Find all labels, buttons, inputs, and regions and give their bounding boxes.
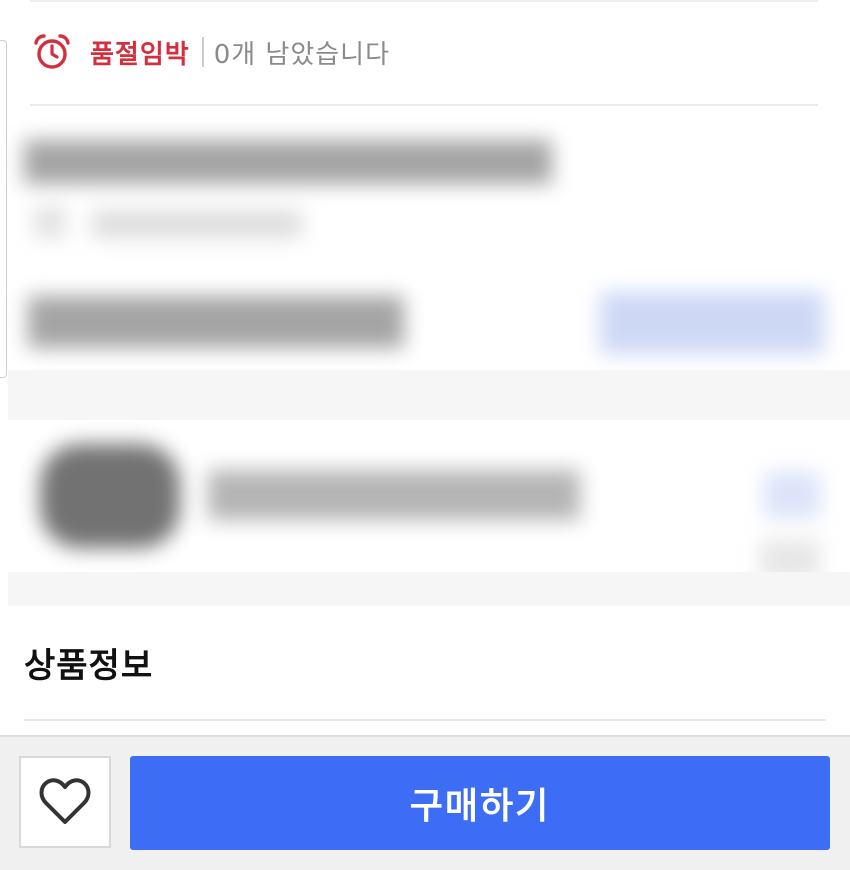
product-info-title: 상품정보	[24, 646, 154, 686]
stock-notice: 품절임박 0개 남았습니다	[32, 28, 390, 76]
blurred-button[interactable]	[764, 472, 820, 518]
heart-outline-icon	[39, 778, 91, 824]
blurred-text-line	[24, 140, 552, 184]
alarm-clock-icon	[34, 34, 70, 69]
side-panel-edge	[0, 40, 7, 378]
blurred-text-line	[28, 296, 404, 348]
stock-divider	[201, 37, 204, 67]
blurred-text-line	[92, 210, 302, 238]
blurred-button[interactable]	[600, 292, 824, 354]
blurred-text-line	[208, 470, 580, 520]
stock-status-label: 품절임박	[90, 39, 190, 70]
section-spacer	[8, 572, 850, 606]
section-spacer	[8, 370, 850, 420]
section-divider	[24, 719, 826, 721]
wishlist-button[interactable]	[19, 756, 111, 848]
blurred-thumbnail	[40, 444, 180, 548]
stock-remaining-text: 0개 남았습니다	[213, 39, 391, 70]
buy-button[interactable]: 구매하기	[130, 756, 830, 850]
stock-row-divider	[30, 104, 818, 106]
blurred-checkbox	[34, 206, 66, 238]
top-divider	[30, 0, 818, 2]
